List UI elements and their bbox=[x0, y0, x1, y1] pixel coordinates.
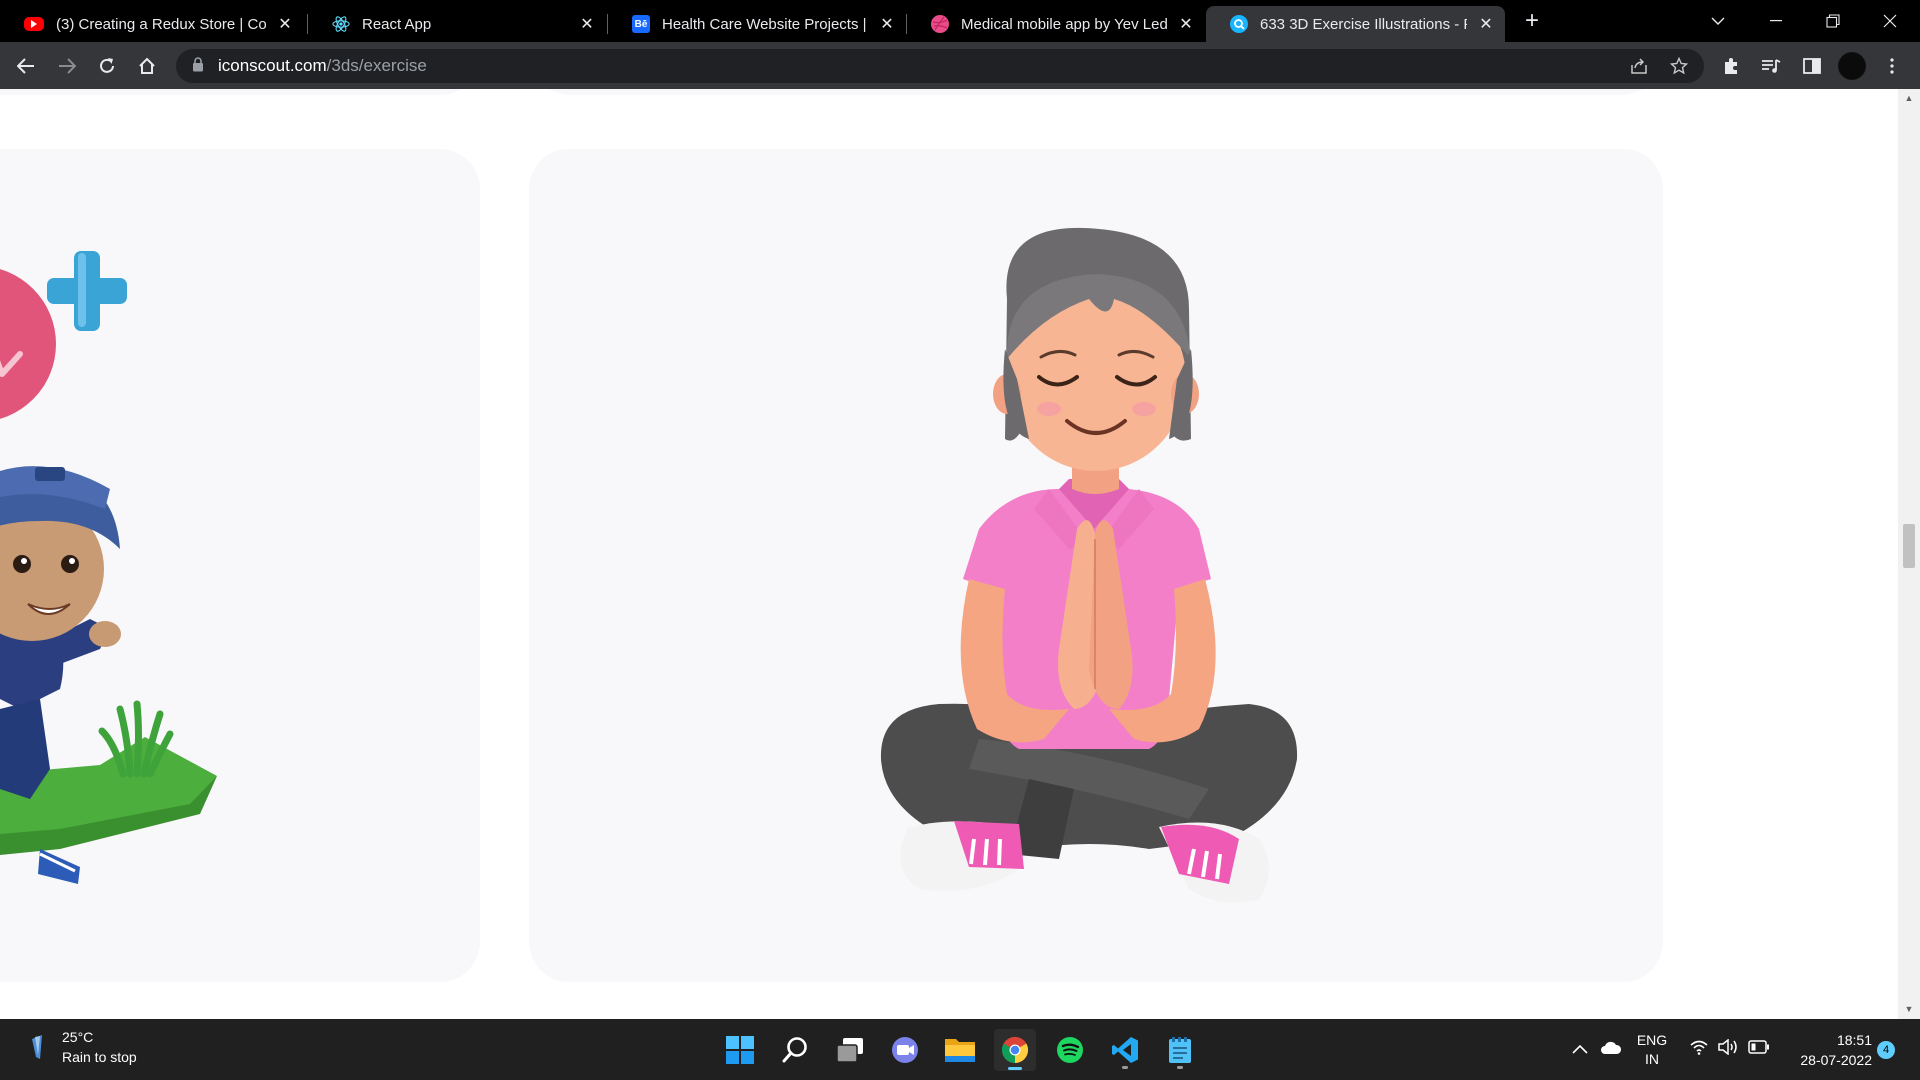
menu-kebab-icon[interactable] bbox=[1876, 50, 1908, 82]
active-app-indicator bbox=[1008, 1067, 1022, 1070]
extensions-icon[interactable] bbox=[1715, 50, 1747, 82]
weather-temp: 25°C bbox=[62, 1029, 94, 1045]
share-icon[interactable] bbox=[1626, 54, 1652, 78]
clock-time: 18:51 bbox=[1836, 1032, 1872, 1048]
battery-icon[interactable] bbox=[1748, 1040, 1770, 1059]
running-app-indicator bbox=[1122, 1066, 1128, 1069]
file-explorer-icon[interactable] bbox=[939, 1029, 981, 1071]
windows-taskbar: 25°C Rain to stop ENG IN 18:51 28-07-202… bbox=[0, 1019, 1920, 1080]
tab-youtube[interactable]: (3) Creating a Redux Store | Comp ✕ bbox=[0, 6, 304, 42]
tab-react-app[interactable]: React App ✕ bbox=[308, 6, 606, 42]
url-text[interactable]: iconscout.com/3ds/exercise bbox=[218, 56, 427, 76]
tab-strip: (3) Creating a Redux Store | Comp ✕ Reac… bbox=[0, 0, 1920, 42]
tab-close-icon[interactable]: ✕ bbox=[276, 14, 294, 34]
wifi-icon[interactable] bbox=[1690, 1039, 1708, 1060]
bookmark-star-icon[interactable] bbox=[1666, 54, 1692, 78]
tab-close-icon[interactable]: ✕ bbox=[1177, 14, 1195, 34]
notification-badge[interactable]: 4 bbox=[1877, 1041, 1895, 1059]
start-icon[interactable] bbox=[719, 1029, 761, 1071]
clock[interactable]: 18:51 28-07-2022 bbox=[1780, 1030, 1872, 1070]
tab-dribbble[interactable]: Medical mobile app by Yev Leder ✕ bbox=[907, 6, 1205, 42]
tab-close-icon[interactable]: ✕ bbox=[1477, 14, 1495, 34]
running-app-indicator bbox=[1177, 1066, 1183, 1069]
language-indicator[interactable]: ENG IN bbox=[1630, 1031, 1674, 1069]
clock-date: 28-07-2022 bbox=[1800, 1052, 1872, 1068]
tab-search-chevron-icon[interactable] bbox=[1698, 4, 1738, 38]
forward-icon[interactable] bbox=[51, 50, 83, 82]
media-control-icon[interactable] bbox=[1755, 50, 1787, 82]
back-icon[interactable] bbox=[10, 50, 42, 82]
volume-icon[interactable] bbox=[1718, 1038, 1740, 1060]
tab-title: Health Care Website Projects | Ph bbox=[662, 15, 868, 33]
teams-chat-icon[interactable] bbox=[884, 1029, 926, 1071]
restore-icon[interactable] bbox=[1813, 4, 1853, 38]
tab-close-icon[interactable]: ✕ bbox=[878, 14, 896, 34]
new-tab-button[interactable]: + bbox=[1512, 4, 1552, 38]
vscode-icon[interactable] bbox=[1104, 1029, 1146, 1071]
profile-avatar[interactable] bbox=[1836, 50, 1868, 82]
tab-title: React App bbox=[362, 15, 432, 33]
url-path: /3ds/exercise bbox=[326, 56, 427, 75]
scroll-up-arrow-icon[interactable]: ▲ bbox=[1903, 93, 1915, 103]
tab-title: (3) Creating a Redux Store | Comp bbox=[56, 15, 266, 33]
illustration-card-top-edge[interactable] bbox=[530, 89, 1662, 95]
scrollbar-thumb[interactable] bbox=[1903, 524, 1915, 568]
tab-title: 633 3D Exercise Illustrations - Fre bbox=[1260, 15, 1467, 33]
reload-icon[interactable] bbox=[91, 50, 123, 82]
close-window-icon[interactable] bbox=[1870, 4, 1910, 38]
iconscout-icon bbox=[1230, 15, 1248, 33]
dribbble-icon bbox=[931, 15, 949, 33]
tab-iconscout[interactable]: 633 3D Exercise Illustrations - Fre ✕ bbox=[1206, 6, 1505, 42]
react-icon bbox=[332, 15, 350, 33]
illustration-card-top-edge[interactable] bbox=[0, 89, 480, 95]
youtube-icon bbox=[24, 17, 44, 31]
onedrive-cloud-icon[interactable] bbox=[1600, 1041, 1622, 1060]
spotify-icon[interactable] bbox=[1049, 1029, 1091, 1071]
region-code: IN bbox=[1645, 1051, 1659, 1067]
tab-title: Medical mobile app by Yev Leder bbox=[961, 15, 1167, 33]
illustration-card-meditating-girl[interactable] bbox=[529, 149, 1663, 982]
tab-behance[interactable]: Bē Health Care Website Projects | Ph ✕ bbox=[608, 6, 906, 42]
weather-rain-icon bbox=[30, 1035, 44, 1066]
browser-toolbar: iconscout.com/3ds/exercise bbox=[0, 42, 1920, 89]
url-domain: iconscout.com bbox=[218, 56, 327, 75]
chrome-icon[interactable] bbox=[994, 1029, 1036, 1071]
show-hidden-icons-chevron-icon[interactable] bbox=[1572, 1041, 1588, 1059]
home-icon[interactable] bbox=[131, 50, 163, 82]
search-icon[interactable] bbox=[774, 1029, 816, 1071]
illustration-card-exercise-boy[interactable] bbox=[0, 149, 480, 982]
minimize-icon[interactable] bbox=[1756, 4, 1796, 38]
task-view-icon[interactable] bbox=[829, 1029, 871, 1071]
page-scrollbar[interactable]: ▲ ▼ bbox=[1898, 89, 1920, 1019]
exercise-boy-illustration bbox=[0, 251, 217, 884]
tab-close-icon[interactable]: ✕ bbox=[578, 14, 596, 34]
page-viewport bbox=[0, 89, 1898, 1019]
behance-icon: Bē bbox=[632, 15, 650, 33]
side-panel-icon[interactable] bbox=[1796, 50, 1828, 82]
notepad-icon[interactable] bbox=[1159, 1029, 1201, 1071]
address-bar[interactable]: iconscout.com/3ds/exercise bbox=[176, 49, 1704, 83]
language-code: ENG bbox=[1636, 1032, 1668, 1048]
weather-condition: Rain to stop bbox=[62, 1049, 137, 1065]
meditating-girl-illustration bbox=[880, 227, 1298, 903]
lock-icon[interactable] bbox=[192, 57, 204, 77]
scroll-down-arrow-icon[interactable]: ▼ bbox=[1903, 1004, 1915, 1014]
